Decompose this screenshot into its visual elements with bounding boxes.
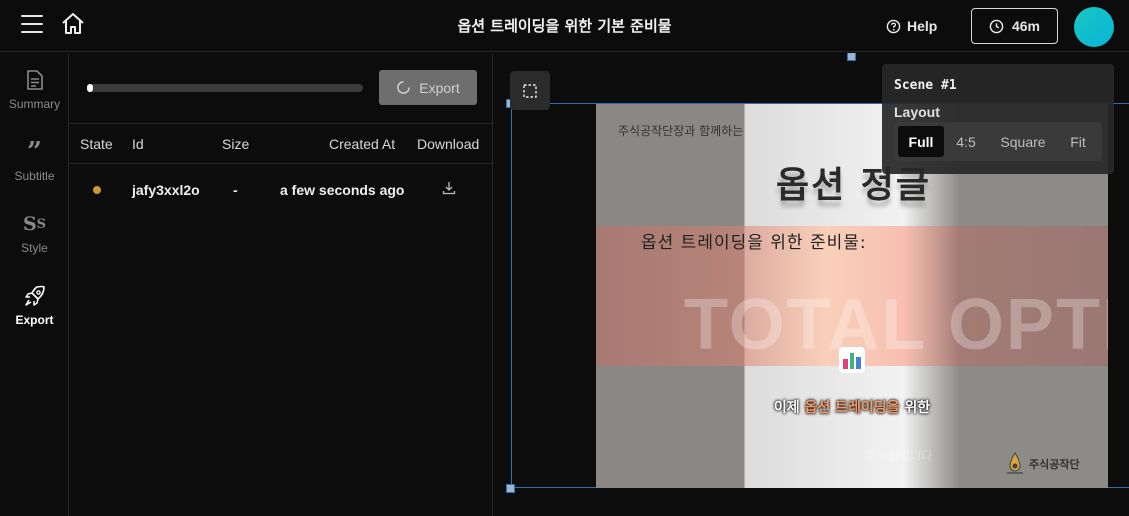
export-created-at: a few seconds ago <box>280 182 405 198</box>
help-label: Help <box>907 18 938 34</box>
layout-option-full[interactable]: Full <box>898 126 944 157</box>
layout-option-4-5[interactable]: 4:5 <box>944 126 988 157</box>
channel-logo: 주식공작단 <box>1004 451 1080 477</box>
sidebar-item-summary[interactable]: Summary <box>0 67 69 129</box>
column-header-download: Download <box>417 136 480 152</box>
bar-chart-icon <box>839 347 865 373</box>
help-button[interactable]: Help <box>886 15 937 37</box>
sidebar-item-label: Export <box>15 313 54 327</box>
layout-selector: Full 4:5 Square Fit <box>894 122 1102 161</box>
scene-panel: Scene #1 Layout Full 4:5 Square Fit <box>882 64 1114 174</box>
subheadline: 옵션 트레이딩을 위한 준비물: <box>641 233 867 253</box>
scene-title: Scene #1 <box>894 78 957 93</box>
export-button[interactable]: Export <box>379 70 477 105</box>
timer-label: 46m <box>1011 18 1041 34</box>
export-id: jafy3xxl2o <box>132 182 200 198</box>
column-header-state: State <box>80 136 113 152</box>
resize-handle-bottom-left[interactable] <box>506 484 515 493</box>
rocket-icon <box>0 283 69 309</box>
column-header-size: Size <box>222 136 250 152</box>
preview-stage: TOTAL OPTIONS 주식공작단장과 함께하는 옵션 정글 옵션 트레이딩… <box>494 53 1129 516</box>
sidebar: Summary ” Subtitle SS Style Export <box>0 53 69 516</box>
timer-button[interactable]: 46m <box>971 8 1058 44</box>
subtitle-caption: 이제 옵션 트레이딩을 위한 <box>596 397 1108 417</box>
caption-highlight: 옵션 트레이딩을 <box>804 400 900 416</box>
top-bar: 옵션 트레이딩을 위한 기본 준비물 Help 46m <box>0 0 1129 52</box>
page-title: 옵션 트레이딩을 위한 기본 준비물 <box>457 17 672 35</box>
spinner-icon <box>397 81 411 94</box>
logo-text: 주식공작단 <box>1029 458 1080 471</box>
caption-prefix: 이제 <box>773 400 805 416</box>
export-button-label: Export <box>419 79 460 96</box>
layout-label: Layout <box>894 104 940 120</box>
sidebar-item-export[interactable]: Export <box>0 283 69 345</box>
column-header-id: Id <box>132 136 144 152</box>
help-icon <box>886 19 901 33</box>
export-size: - <box>233 182 238 198</box>
brand-text: 주식공작단장과 함께하는 <box>618 124 744 138</box>
quote-icon: ” <box>27 137 42 167</box>
progress-fill <box>87 84 93 92</box>
sidebar-item-label: Subtitle <box>14 169 55 183</box>
export-progress-bar <box>87 84 363 92</box>
avatar[interactable] <box>1074 7 1114 47</box>
background-text: TOTAL OPTIONS <box>684 285 1108 365</box>
document-icon <box>0 67 69 93</box>
clock-icon <box>989 19 1004 33</box>
table-header: State Id Size Created At Download <box>70 123 493 164</box>
sidebar-item-style[interactable]: SS Style <box>0 211 69 273</box>
style-icon: SS <box>22 213 47 235</box>
sidebar-item-subtitle[interactable]: ” Subtitle <box>0 137 69 201</box>
selection-icon <box>523 83 537 98</box>
table-row: jafy3xxl2o - a few seconds ago <box>70 173 493 207</box>
layout-option-fit[interactable]: Fit <box>1058 126 1098 157</box>
faint-caption: 준비물입니다 <box>866 449 933 463</box>
select-area-button[interactable] <box>510 71 550 110</box>
sidebar-item-label: Summary <box>8 97 61 111</box>
sidebar-item-label: Style <box>21 241 48 255</box>
resize-handle-top[interactable] <box>847 53 856 61</box>
column-header-created-at: Created At <box>329 136 396 152</box>
layout-option-square[interactable]: Square <box>988 126 1058 157</box>
export-panel: Export State Id Size Created At Download… <box>70 53 493 516</box>
logo-icon <box>1007 452 1023 474</box>
caption-suffix: 위한 <box>899 400 931 416</box>
state-indicator <box>93 186 101 194</box>
download-icon[interactable] <box>442 181 456 198</box>
